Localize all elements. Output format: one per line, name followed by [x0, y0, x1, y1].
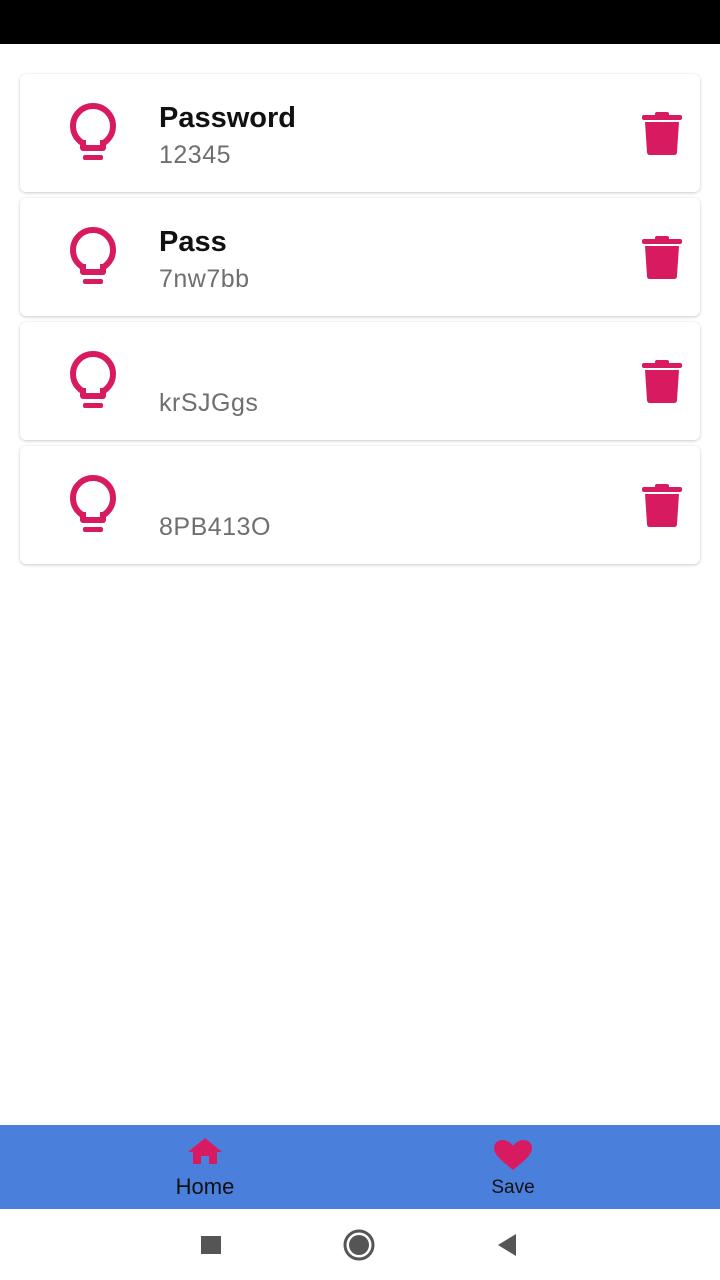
entry-value: 12345 — [159, 141, 232, 169]
nav-save-label: Save — [491, 1177, 535, 1198]
back-icon[interactable] — [492, 1229, 524, 1261]
home-circle-icon[interactable] — [343, 1229, 375, 1261]
entry-title: Password — [159, 102, 296, 134]
nav-save-button[interactable]: Save — [393, 1125, 633, 1209]
home-icon — [188, 1138, 222, 1164]
recents-icon[interactable] — [195, 1229, 227, 1261]
lightbulb-icon — [70, 475, 116, 532]
list-item[interactable]: 8PB413O — [20, 446, 700, 564]
nav-home-label: Home — [175, 1174, 235, 1199]
system-navigation-bar — [0, 1209, 720, 1280]
trash-icon[interactable] — [640, 484, 684, 528]
list-item[interactable]: krSJGgs — [20, 322, 700, 440]
password-list: Password 12345 Pass 7nw7bb krSJGgs 8PB41… — [0, 74, 720, 570]
status-bar — [0, 0, 720, 44]
trash-icon[interactable] — [640, 360, 684, 404]
lightbulb-icon — [70, 227, 116, 284]
heart-icon — [494, 1140, 532, 1170]
list-item[interactable]: Password 12345 — [20, 74, 700, 192]
nav-home-button[interactable]: Home — [85, 1125, 325, 1209]
lightbulb-icon — [70, 103, 116, 160]
entry-value: krSJGgs — [159, 389, 259, 417]
entry-value: 8PB413O — [159, 513, 271, 541]
entry-value: 7nw7bb — [159, 265, 250, 293]
bottom-navigation: Home Save — [0, 1125, 720, 1209]
list-item[interactable]: Pass 7nw7bb — [20, 198, 700, 316]
trash-icon[interactable] — [640, 112, 684, 156]
lightbulb-icon — [70, 351, 116, 408]
trash-icon[interactable] — [640, 236, 684, 280]
entry-title: Pass — [159, 226, 227, 258]
